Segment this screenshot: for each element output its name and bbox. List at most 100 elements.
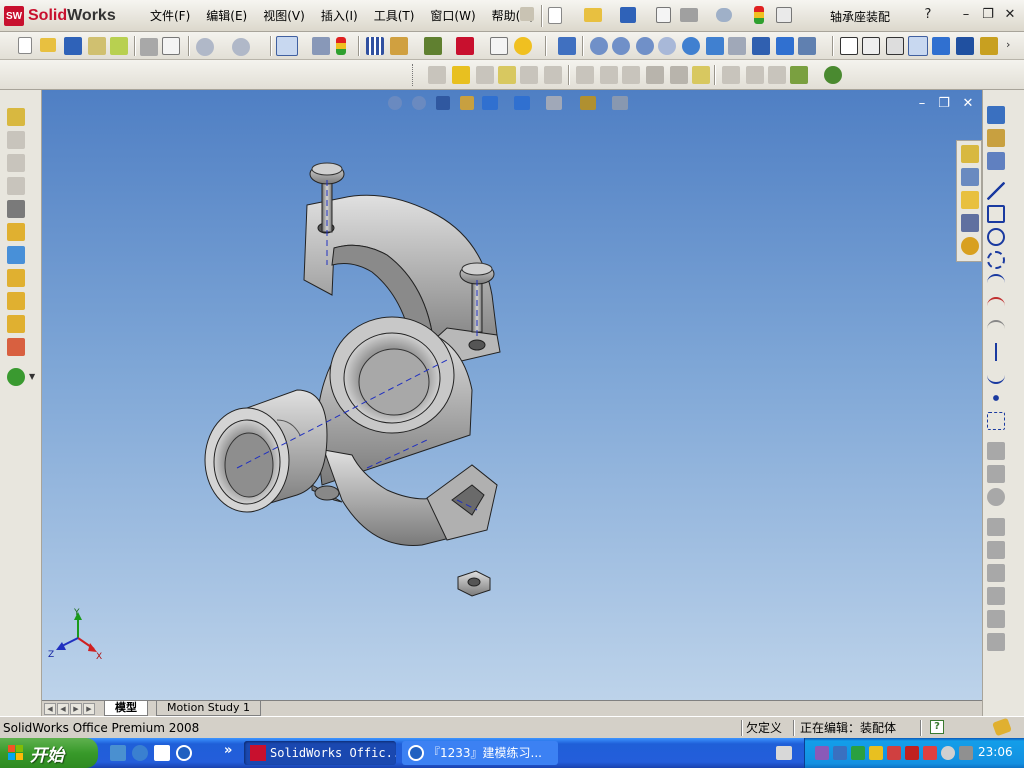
rectangle-icon[interactable] [987,205,1005,223]
quicklaunch-maxthon-icon[interactable] [176,745,192,761]
hex-nut[interactable] [457,570,491,597]
linear-pattern-icon[interactable] [722,66,740,84]
quicklaunch-browser-icon[interactable] [132,745,148,761]
design-library-tab-icon[interactable] [961,168,979,186]
redo-icon[interactable] [232,38,250,56]
open-folder-icon[interactable] [584,8,602,22]
tray-antivirus-icon[interactable] [905,746,919,760]
paperclip-icon[interactable] [7,200,25,218]
trim-entities-icon[interactable] [987,587,1005,605]
view-selector-icon[interactable] [798,37,816,55]
quicklaunch-p-icon[interactable] [154,745,170,761]
linear-sketch-pattern-icon[interactable] [987,633,1005,651]
task-solidworks[interactable]: SolidWorks Offic... [244,741,396,765]
properties-icon[interactable] [490,37,508,55]
smart-mates-icon[interactable] [790,66,808,84]
exploded-view-icon[interactable] [646,66,664,84]
tray-network-icon[interactable] [815,746,829,760]
construction-geometry-icon[interactable] [987,412,1005,430]
new-document-icon[interactable] [548,7,562,24]
spline-icon[interactable] [987,366,1005,384]
hidden-lines-removed-icon[interactable] [886,37,904,55]
undo-icon[interactable] [196,38,214,56]
explode-tool-icon[interactable] [7,292,25,310]
save-icon[interactable] [620,7,636,23]
appearances-tab-icon[interactable] [961,237,979,255]
file-properties-icon[interactable] [390,37,408,55]
shaded-with-edges-icon[interactable] [908,36,928,56]
rebuild-traffic-light-icon[interactable] [754,6,764,24]
mate-icon[interactable] [476,66,494,84]
task-browser[interactable]: 『1233』建模练习... [402,741,558,765]
make-assembly-icon[interactable] [110,37,128,55]
mate-tool-icon[interactable] [7,131,25,149]
tray-volume-icon[interactable] [887,746,901,760]
open-icon[interactable] [40,38,56,52]
help-icon[interactable] [514,37,532,55]
add-relation-icon[interactable] [987,442,1005,460]
solidworks-resources-tab-icon[interactable] [961,145,979,163]
select-filter-icon[interactable] [312,37,330,55]
component-pattern-icon[interactable] [498,66,516,84]
3d-drawing-view-icon[interactable] [752,37,770,55]
restore-button[interactable]: ❐ [980,7,996,23]
tangent-arc-icon[interactable] [987,297,1005,315]
zoom-in-out-icon[interactable] [636,37,654,55]
pattern-tool-icon[interactable] [7,154,25,172]
menu-view[interactable]: 视图(V) [255,8,313,24]
bill-of-materials-icon[interactable] [7,315,25,333]
point-icon[interactable] [987,389,1005,407]
offset-entities-icon[interactable] [987,541,1005,559]
tab-motion-study[interactable]: Motion Study 1 [156,701,262,716]
menu-tools[interactable]: 工具(T) [366,8,423,24]
sketch-icon[interactable] [987,106,1005,124]
more-tools-chevron-icon[interactable]: › [1006,38,1010,51]
status-tag-icon[interactable] [992,717,1012,737]
new-icon[interactable] [18,37,32,54]
tray-shield-icon[interactable] [869,746,883,760]
solidworks-logo[interactable]: SW SolidWorks [4,5,116,27]
bushing-sleeve[interactable] [204,389,328,513]
menu-window[interactable]: 窗口(W) [422,8,483,24]
insert-component-tool-icon[interactable] [7,108,25,126]
insert-component-icon[interactable] [428,66,446,84]
section-view-icon[interactable] [956,37,974,55]
3-point-arc-icon[interactable] [987,320,1005,338]
pan-icon[interactable] [706,37,724,55]
print-icon[interactable] [680,8,698,22]
move-component-icon[interactable] [520,66,538,84]
mirror-entities-icon[interactable] [987,610,1005,628]
print-icon[interactable] [140,38,158,56]
tab-model[interactable]: 模型 [104,701,148,716]
flyout-arrow-icon[interactable]: ▼ [29,372,35,381]
reference-geometry-icon[interactable] [7,246,25,264]
menu-insert[interactable]: 插入(I) [313,8,366,24]
last-tab-icon[interactable]: ▶ [83,703,95,715]
file-explorer-tab-icon[interactable] [961,191,979,209]
move-tool-icon[interactable] [7,177,25,195]
smart-dimension-icon[interactable] [987,152,1005,170]
smart-fastener-tool-icon[interactable] [7,223,25,241]
toolbar-grip[interactable] [412,64,415,86]
keyboard-icon[interactable] [776,746,792,760]
assembly-feature-icon[interactable] [7,269,25,287]
sketch-chamfer-icon[interactable] [987,518,1005,536]
zoom-to-selection-icon[interactable] [658,37,676,55]
standard-views-icon[interactable] [776,37,794,55]
first-tab-icon[interactable]: ◀ [44,703,56,715]
circle-icon[interactable] [987,228,1005,246]
tray-misc-icon[interactable] [959,746,973,760]
save-icon[interactable] [64,37,82,55]
assembly-visualization-icon[interactable] [7,338,25,356]
solidworks-resources-icon[interactable] [456,37,474,55]
centerline-icon[interactable] [987,343,1005,361]
line-icon[interactable] [987,182,1005,200]
options-icon[interactable] [424,37,442,55]
close-button[interactable]: ✕ [1002,7,1018,23]
help-button[interactable]: ? [920,7,936,23]
view-orientation-icon[interactable] [558,37,576,55]
status-help-icon[interactable]: ? [930,720,944,734]
rotate-icon[interactable] [682,37,700,55]
mirror-components-icon[interactable] [768,66,786,84]
perimeter-circle-icon[interactable] [987,251,1005,269]
